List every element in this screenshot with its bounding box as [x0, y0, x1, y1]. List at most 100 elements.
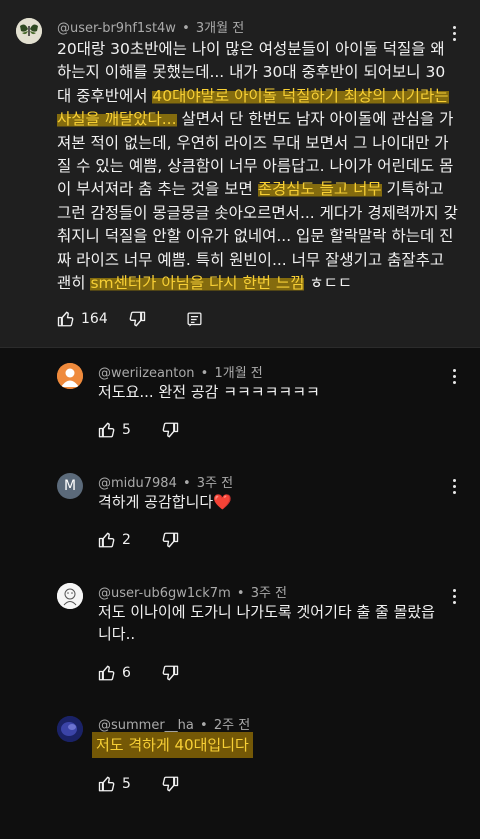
- highlighted-text: sm센터가 아님을 다시 한번 느낌: [90, 273, 305, 292]
- more-options-icon[interactable]: [446, 585, 462, 607]
- reply-line: 니다..: [98, 625, 136, 643]
- avatar-reply-1[interactable]: [57, 363, 83, 389]
- comment-body: 20대랑 30초반에는 나이 많은 여성분들이 아이돌 덕질을 왜하는지 이해를…: [57, 38, 462, 295]
- comment-text: 살면서 단 한번도 남자 아이돌에 관심을 가: [176, 110, 454, 129]
- comment-line: 괜히 sm센터가 아님을 다시 한번 느낌 ㅎㄷㄷ: [57, 272, 462, 295]
- reply-meta: @weriizeanton • 1개월 전: [98, 366, 263, 381]
- dislike-button[interactable]: [161, 664, 179, 682]
- reply-body: 저도 이나이에 도가니 나가도록 겟어기타 출 줄 몰랐읍 니다..: [98, 601, 435, 645]
- drawing-avatar-icon: [57, 583, 83, 609]
- comment-text: 하는지 이해를 못했는데... 내가 30대 중후반이 되어보니 30: [57, 63, 446, 82]
- thumb-down-icon: [162, 422, 179, 438]
- comment-line: 20대랑 30초반에는 나이 많은 여성분들이 아이돌 덕질을 왜: [57, 38, 462, 61]
- like-button[interactable]: 2: [98, 531, 131, 549]
- highlighted-text: 존경심도 들고 너무: [257, 180, 382, 199]
- comment-line: 대 중후반에서 40대야말로 아이돌 덕질하기 최상의 시기라는: [57, 85, 462, 108]
- comment-line: 춰지니 덕질을 안할 이유가 없네여... 입문 할락말락 하는데 진: [57, 225, 462, 248]
- reply-author[interactable]: @weriizeanton: [98, 366, 195, 381]
- reply-icon: [187, 311, 202, 327]
- comment-author[interactable]: @user-br9hf1st4w: [57, 21, 176, 36]
- highlighted-text: 40대야말로 아이돌 덕질하기 최상의 시기라는: [152, 86, 449, 105]
- comment-actions: 164: [57, 307, 203, 331]
- highlighted-text: 사실을 깨달았다...: [57, 110, 177, 129]
- comment-text: 춰지니 덕질을 안할 이유가 없네여... 입문 할락말락 하는데 진: [57, 227, 454, 246]
- reply-line: 격하게 공감합니다: [98, 493, 214, 511]
- dislike-button[interactable]: [161, 531, 179, 549]
- comment-text: 그런 감정들이 몽글몽글 솟아오르면서... 게다가 경제력까지 갖: [57, 203, 458, 222]
- thumb-down-icon: [162, 776, 179, 792]
- thumb-up-icon: [98, 532, 115, 548]
- thumb-up-icon: [57, 311, 74, 327]
- thumb-up-icon: [98, 422, 115, 438]
- comment-line: 그런 감정들이 몽글몽글 솟아오르면서... 게다가 경제력까지 갖: [57, 202, 462, 225]
- thumb-down-icon: [129, 311, 145, 327]
- like-button[interactable]: 164: [57, 310, 108, 328]
- reply-meta: @user-ub6gw1ck7m • 3주 전: [98, 586, 288, 601]
- like-button[interactable]: 5: [98, 421, 131, 439]
- avatar-reply-3[interactable]: [57, 583, 83, 609]
- comment-text: 이 부서져라 춤 추는 것을 보면: [57, 180, 258, 199]
- comment-text: 질 수 있는 예쁨, 상큼함이 너무 아름답고. 나이가 어린데도 몸: [57, 156, 454, 175]
- heart-emoji: ❤️: [213, 493, 232, 511]
- thumb-down-icon: [162, 665, 179, 681]
- reply-time[interactable]: 2주 전: [214, 718, 250, 733]
- reply-button[interactable]: [186, 311, 203, 328]
- avatar-butterfly-icon: [16, 18, 42, 44]
- comment-text: ㅎㄷㄷ: [304, 273, 353, 292]
- comment-line: 짜 라이즈 너무 예쁨. 특히 원빈이... 너무 잘생기고 춤잘추고: [57, 249, 462, 272]
- reply-author[interactable]: @midu7984: [98, 476, 177, 491]
- comment-line: 하는지 이해를 못했는데... 내가 30대 중후반이 되어보니 30: [57, 61, 462, 84]
- reply-author[interactable]: @user-ub6gw1ck7m: [98, 586, 231, 601]
- main-comment: @user-br9hf1st4w • 3개월 전 20대랑 30초반에는 나이 …: [0, 0, 480, 347]
- reply-actions: 5: [98, 418, 179, 442]
- comment-text: 짜 라이즈 너무 예쁨. 특히 원빈이... 너무 잘생기고 춤잘추고: [57, 250, 445, 269]
- reply-actions: 6: [98, 661, 179, 685]
- thumb-up-icon: [98, 776, 115, 792]
- comment-line: 이 부서져라 춤 추는 것을 보면 존경심도 들고 너무 기특하고: [57, 178, 462, 201]
- reply-body: 저도 격하게 40대입니다: [92, 732, 253, 758]
- like-count: 164: [81, 311, 108, 327]
- reply-body: 저도요... 완전 공감 ㅋㅋㅋㅋㅋㅋㅋ: [98, 381, 320, 403]
- divider: [0, 347, 480, 348]
- reply-meta: @midu7984 • 3주 전: [98, 476, 234, 491]
- reply-meta: @summer__ha • 2주 전: [98, 718, 251, 733]
- dislike-button[interactable]: [161, 775, 179, 793]
- dislike-button[interactable]: [161, 421, 179, 439]
- like-count: 6: [122, 665, 131, 681]
- reply-author[interactable]: @summer__ha: [98, 718, 194, 733]
- dislike-button[interactable]: [128, 310, 146, 328]
- like-count: 2: [122, 532, 131, 548]
- reply-time[interactable]: 3주 전: [251, 586, 287, 601]
- comment-text: 대 중후반에서: [57, 86, 153, 105]
- like-button[interactable]: 6: [98, 664, 131, 682]
- person-icon: [57, 363, 83, 389]
- avatar-reply-2[interactable]: M: [57, 473, 83, 499]
- more-options-icon[interactable]: [446, 365, 462, 387]
- comment-meta: @user-br9hf1st4w • 3개월 전: [57, 21, 245, 36]
- avatar-main[interactable]: [16, 18, 42, 44]
- reply-time[interactable]: 3주 전: [197, 476, 233, 491]
- reply-actions: 2: [98, 528, 179, 552]
- comment-line: 져본 적이 없는데, 우연히 라이즈 무대 보면서 그 나이대만 가: [57, 132, 462, 155]
- like-count: 5: [122, 776, 131, 792]
- avatar-reply-4[interactable]: [57, 716, 83, 742]
- more-options-icon[interactable]: [446, 475, 462, 497]
- reply-time[interactable]: 1개월 전: [214, 366, 262, 381]
- comment-text: 기특하고: [381, 180, 444, 199]
- comment-text: 20대랑 30초반에는 나이 많은 여성분들이 아이돌 덕질을 왜: [57, 40, 445, 58]
- like-button[interactable]: 5: [98, 775, 131, 793]
- thumb-down-icon: [162, 532, 179, 548]
- blue-blob-avatar-icon: [57, 716, 83, 742]
- reply-line: 저도 이나이에 도가니 나가도록 겟어기타 출 줄 몰랐읍: [98, 603, 435, 621]
- reply-body: 격하게 공감합니다❤️: [98, 491, 232, 513]
- like-count: 5: [122, 422, 131, 438]
- comment-time[interactable]: 3개월 전: [196, 21, 244, 36]
- reply-highlighted-text: 저도 격하게 40대입니다: [92, 732, 253, 758]
- reply-actions: 5: [98, 772, 179, 796]
- comment-text: 져본 적이 없는데, 우연히 라이즈 무대 보면서 그 나이대만 가: [57, 133, 449, 152]
- reply-line: 저도요... 완전 공감 ㅋㅋㅋㅋㅋㅋㅋ: [98, 383, 320, 401]
- comment-line: 질 수 있는 예쁨, 상큼함이 너무 아름답고. 나이가 어린데도 몸: [57, 155, 462, 178]
- avatar-letter: M: [63, 478, 77, 494]
- comment-line: 사실을 깨달았다... 살면서 단 한번도 남자 아이돌에 관심을 가: [57, 108, 462, 131]
- comment-text: 괜히: [57, 273, 91, 292]
